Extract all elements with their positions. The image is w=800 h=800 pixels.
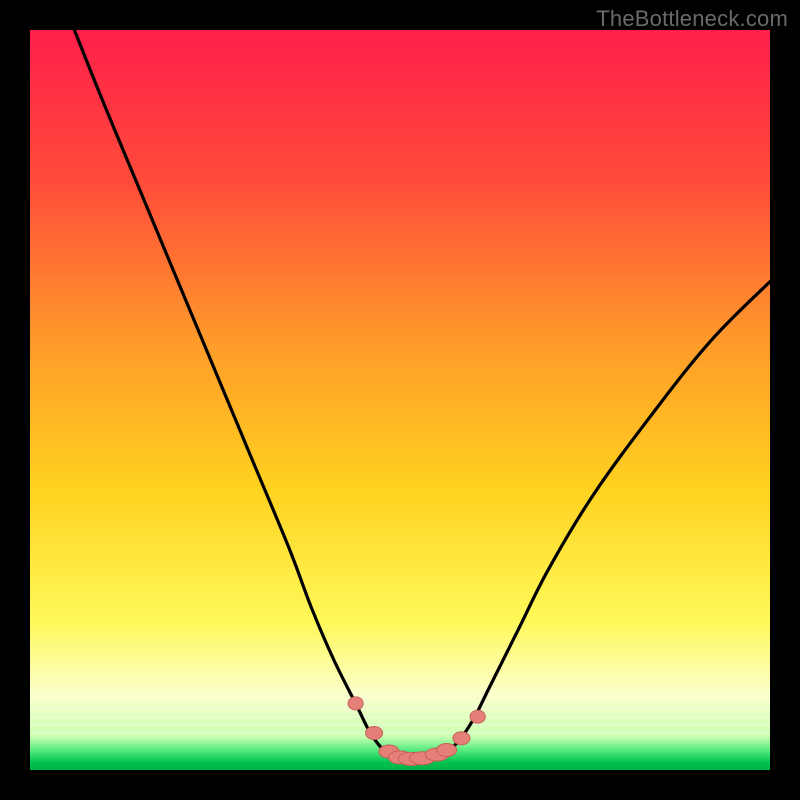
highlight-marker [366, 727, 383, 740]
highlight-marker [348, 697, 363, 710]
bottleneck-curve-svg [30, 30, 770, 770]
chart-canvas [30, 30, 770, 770]
highlight-marker [437, 744, 457, 757]
watermark-text: TheBottleneck.com [596, 6, 788, 32]
highlight-marker [470, 710, 485, 723]
bottleneck-curve [74, 30, 770, 760]
highlight-marker [453, 732, 470, 745]
